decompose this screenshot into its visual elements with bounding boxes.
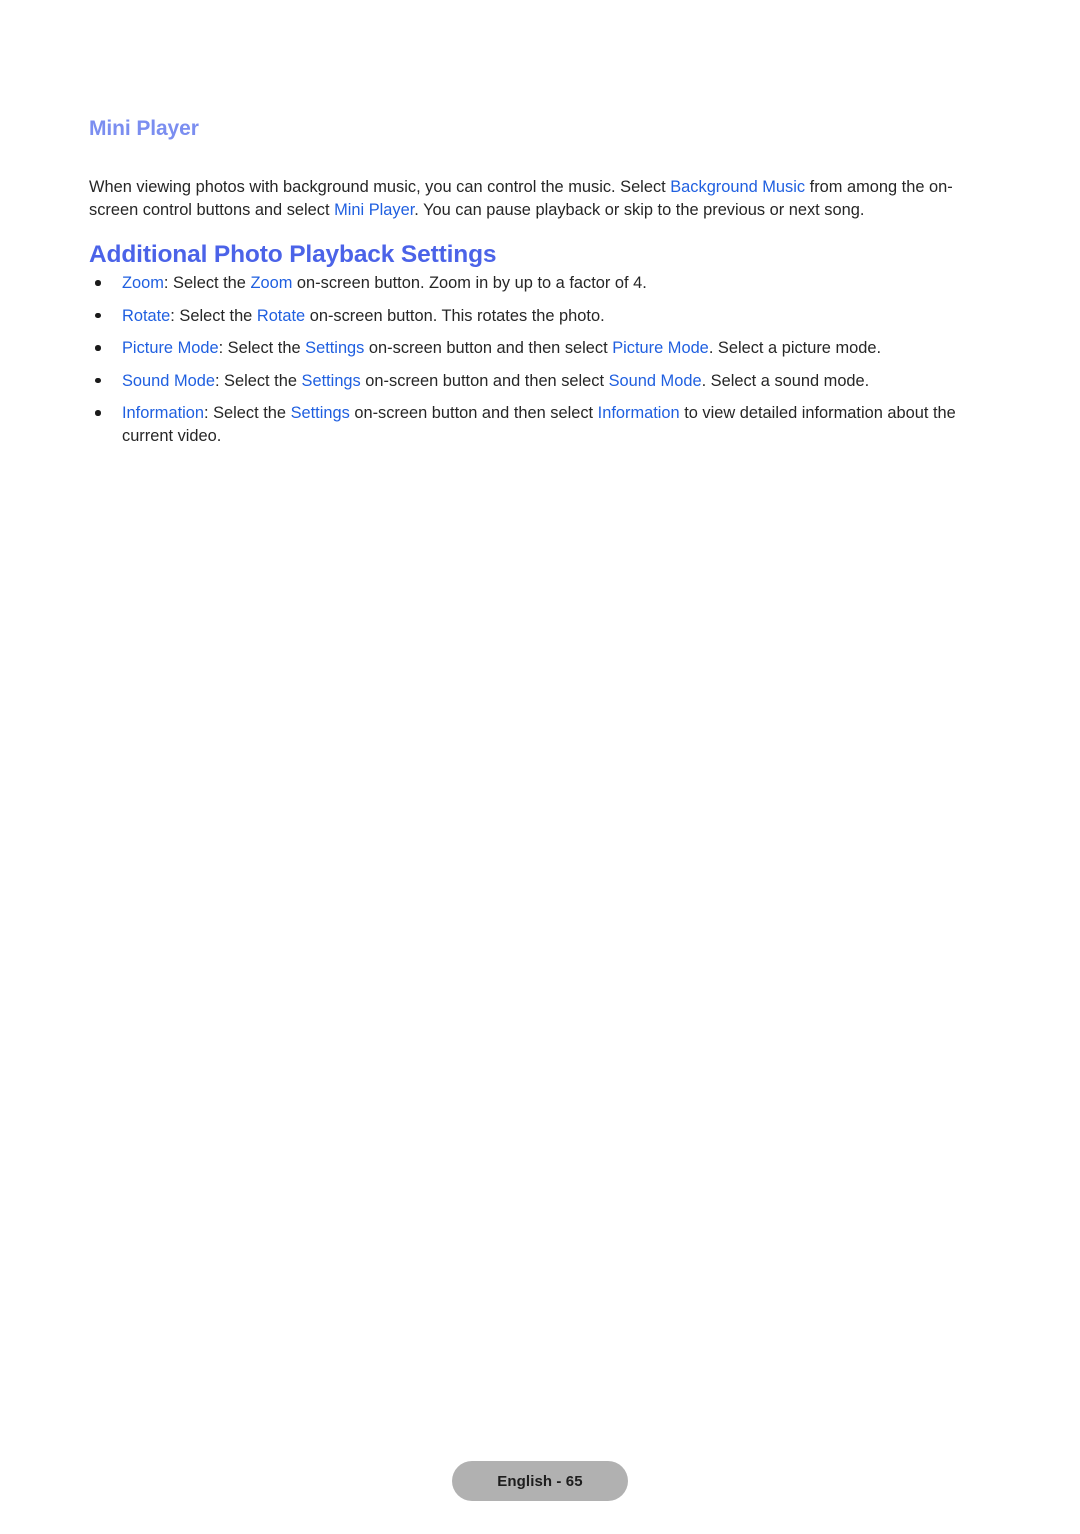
bullet-link-2[interactable]: Sound Mode (609, 372, 702, 390)
bullet-text-part-3: . Select a sound mode. (701, 371, 870, 390)
bullet-text-part-1: : Select the (218, 339, 306, 357)
bullet-text-part-2: on-screen button and then select (360, 371, 609, 390)
page-number-label: English - 65 (497, 1472, 583, 1490)
list-item: Zoom: Select the Zoom on-screen button. … (89, 272, 994, 295)
bullet-link-1[interactable]: Settings (305, 339, 364, 357)
bullet-text-part-2: on-screen button. This rotates the photo… (305, 306, 605, 325)
settings-bullet-list: Zoom: Select the Zoom on-screen button. … (89, 272, 994, 447)
bullet-dot-icon (95, 377, 101, 383)
page-title: Additional Photo Playback Settings (89, 241, 497, 269)
bullet-dot-icon (95, 410, 101, 416)
bullet-dot-icon (95, 280, 101, 286)
bullet-term[interactable]: Rotate (122, 307, 170, 325)
bullet-link-2[interactable]: Information (598, 404, 680, 422)
bullet-link-1[interactable]: Rotate (257, 307, 305, 325)
section-subheading-mini-player: Mini Player (89, 117, 199, 140)
page-footer-badge: English - 65 (452, 1461, 628, 1501)
bullet-link-1[interactable]: Settings (291, 404, 350, 422)
bullet-text-part-1: : Select the (204, 404, 291, 422)
intro-text-part-3: . You can pause playback or skip to the … (414, 200, 865, 219)
bullet-link-1[interactable]: Settings (302, 372, 361, 390)
bullet-dot-icon (95, 345, 101, 351)
link-mini-player[interactable]: Mini Player (334, 201, 414, 219)
bullet-term[interactable]: Zoom (122, 274, 164, 292)
list-item: Rotate: Select the Rotate on-screen butt… (89, 305, 994, 328)
intro-text-part-1: When viewing photos with background musi… (89, 178, 671, 197)
link-background-music[interactable]: Background Music (670, 178, 805, 196)
bullet-text-part-2: on-screen button. Zoom in by up to a fac… (292, 274, 647, 292)
list-item: Information: Select the Settings on-scre… (89, 402, 994, 447)
bullet-term[interactable]: Picture Mode (122, 339, 219, 357)
bullet-term[interactable]: Information (122, 404, 204, 422)
bullet-text-part-1: : Select the (214, 371, 302, 390)
list-item: Picture Mode: Select the Settings on-scr… (89, 337, 994, 360)
bullet-link-2[interactable]: Picture Mode (612, 339, 709, 357)
intro-paragraph: When viewing photos with background musi… (89, 176, 979, 221)
bullet-dot-icon (95, 312, 101, 318)
document-page: Mini Player When viewing photos with bac… (0, 0, 1080, 1534)
bullet-term[interactable]: Sound Mode (122, 372, 215, 390)
bullet-text-part-1: : Select the (163, 274, 251, 292)
list-item: Sound Mode: Select the Settings on-scree… (89, 370, 994, 393)
bullet-link-1[interactable]: Zoom (250, 274, 292, 292)
bullet-text-part-3: . Select a picture mode. (708, 339, 882, 357)
bullet-text-part-1: : Select the (170, 306, 257, 325)
bullet-text-part-2: on-screen button and then select (364, 339, 613, 357)
bullet-text-part-2: on-screen button and then select (349, 404, 598, 422)
